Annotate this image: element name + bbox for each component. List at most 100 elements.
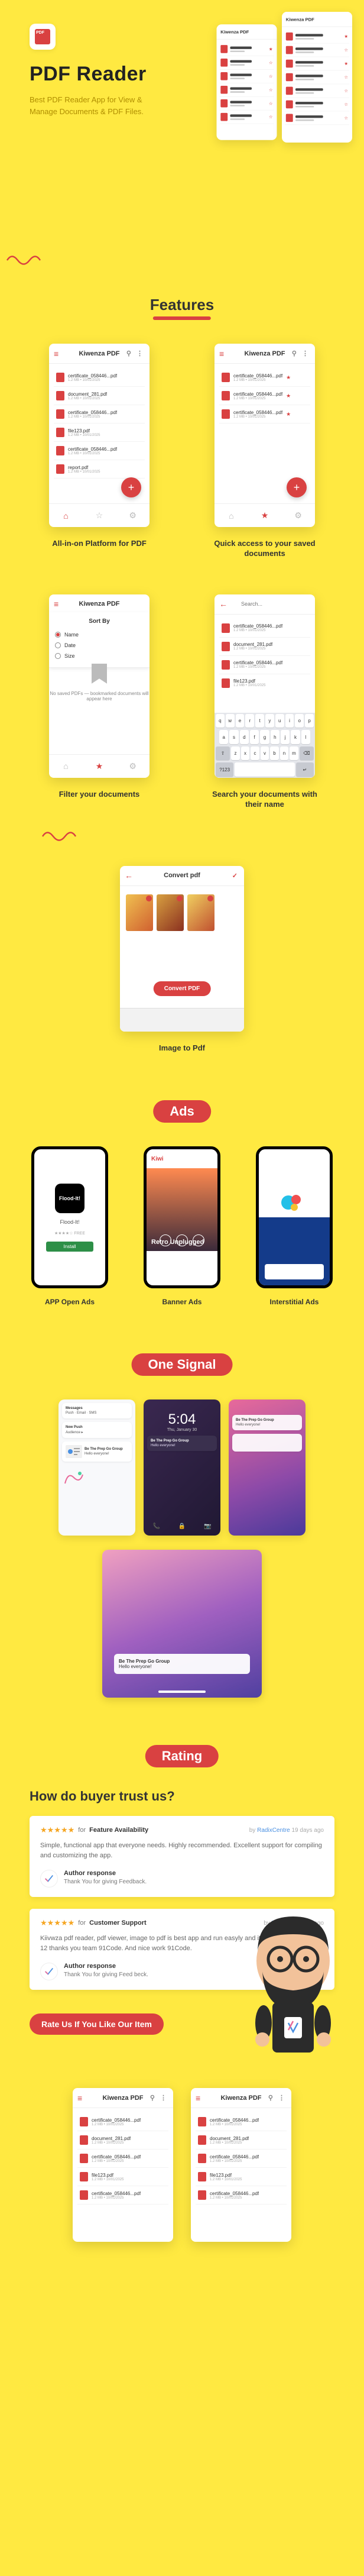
rate-us-button[interactable]: Rate Us If You Like Our Item bbox=[30, 2013, 164, 2035]
pdf-icon bbox=[56, 446, 64, 455]
footer-shots: ≡Kiwenza PDF⚲ ⋮ certificate_058446...pdf… bbox=[0, 2070, 364, 2289]
menu-icon[interactable]: ≡ bbox=[54, 599, 58, 609]
menu-icon[interactable]: ≡ bbox=[54, 349, 58, 358]
sort-option[interactable]: Date bbox=[55, 640, 144, 651]
image-thumb[interactable] bbox=[187, 894, 214, 931]
doc-row[interactable]: certificate_058446...pdf1.2 MB • 10/01/2… bbox=[219, 656, 310, 674]
review-card: ★★★★★ for Feature Availability by RadixC… bbox=[30, 1816, 334, 1897]
feature-phone-2: ≡Kiwenza PDF⚲ ⋮ certificate_058446...pdf… bbox=[214, 344, 315, 527]
pdf-icon bbox=[56, 464, 64, 474]
convert-button[interactable]: Convert PDF bbox=[154, 981, 211, 996]
review-subject: Customer Support bbox=[89, 1919, 147, 1927]
phone-icon[interactable]: 📞 bbox=[152, 1523, 160, 1530]
tools-icon[interactable]: ⚙ bbox=[281, 504, 315, 527]
check-icon[interactable]: ✓ bbox=[232, 872, 239, 880]
back-icon[interactable]: ← bbox=[219, 599, 228, 609]
lock-actions[interactable]: 📞 🔒 📷 bbox=[144, 1523, 220, 1530]
lock-date: Thu, January 30 bbox=[144, 1428, 220, 1432]
notification[interactable]: Be The Prep Go GroupHello everyone! bbox=[147, 1436, 217, 1451]
doc-row[interactable]: certificate_058446...pdf1.2 MB • 10/01/2… bbox=[54, 405, 145, 424]
home-icon[interactable]: ⌂ bbox=[214, 504, 248, 527]
doc-row[interactable]: document_281.pdf1.2 MB • 10/01/2025 bbox=[219, 638, 310, 656]
os-notif-shot: Be The Prep Go GroupHello everyone! bbox=[229, 1399, 306, 1536]
doc-row[interactable]: certificate_058446...pdf1.2 MB • 10/01/2… bbox=[219, 405, 310, 424]
bookmark-icon[interactable]: ☆ bbox=[83, 504, 116, 527]
ad-phone-open: Flood-It! Flood-It! ★★★★☆ FREE Install bbox=[31, 1146, 108, 1288]
doc-row[interactable]: document_281.pdf1.2 MB • 10/01/2025 bbox=[54, 387, 145, 405]
sort-option[interactable]: Size bbox=[55, 651, 144, 661]
keyboard[interactable]: qwertyuiop asdfghjkl ⇧zxcvbnm⌫ ?123↵ bbox=[214, 713, 315, 778]
doc-row[interactable]: file123.pdf1.2 MB • 10/01/2025 bbox=[54, 424, 145, 442]
doc-row[interactable]: certificate_058446...pdf1.2 MB • 10/01/2… bbox=[219, 369, 310, 387]
screenshot-large: Kiwenza PDF ★ ☆ ★ ☆ ☆ ☆ ☆ bbox=[282, 12, 352, 143]
back-icon[interactable]: ← bbox=[125, 871, 133, 880]
review-user[interactable]: RadixCentre bbox=[257, 1827, 290, 1834]
pdf-icon bbox=[222, 678, 230, 688]
home-icon[interactable]: ⌂ bbox=[49, 755, 83, 778]
doc-row[interactable]: file123.pdf1.2 MB • 10/01/2025 bbox=[219, 674, 310, 691]
star-icon: ★★★★★ bbox=[40, 1918, 74, 1928]
feature-caption: Filter your documents bbox=[59, 790, 140, 800]
fab-add[interactable]: + bbox=[287, 477, 307, 497]
header-actions[interactable]: ⚲ ⋮ bbox=[292, 350, 310, 357]
os-dashboard-shot: MessagesPush · Email · SMS New PushAudie… bbox=[58, 1399, 135, 1536]
rating-subheading: How do buyer trust us? bbox=[30, 1789, 334, 1804]
feature-phone-4: ← certificate_058446...pdf1.2 MB • 10/01… bbox=[214, 594, 315, 778]
install-button[interactable]: Install bbox=[46, 1242, 94, 1252]
feature-phone-5: ←Convert pdf✓ Convert PDF bbox=[120, 866, 244, 1032]
pdf-icon bbox=[222, 623, 230, 633]
author-response-body: Thank You for giving Feedback. bbox=[64, 1879, 147, 1885]
sort-title: Sort By bbox=[55, 618, 144, 625]
notification[interactable] bbox=[232, 1434, 302, 1452]
pdf-icon bbox=[222, 642, 230, 651]
menu-icon[interactable]: ≡ bbox=[219, 349, 224, 358]
feature-caption: Search your documents with their name bbox=[206, 790, 324, 810]
tools-icon[interactable]: ⚙ bbox=[116, 504, 150, 527]
media-controls[interactable] bbox=[160, 1234, 204, 1246]
image-thumb[interactable] bbox=[157, 894, 184, 931]
shot-header: Kiwenza PDF bbox=[282, 12, 352, 27]
rating-heading: Rating bbox=[145, 1745, 219, 1767]
os-homescreen-shot: Be The Prep Go GroupHello everyone! bbox=[102, 1550, 262, 1698]
sort-sheet: Sort By Name Date Size bbox=[49, 612, 150, 668]
hero-screenshots: Kiwenza PDF ★ ☆ ☆ ☆ ☆ ☆ Kiwenza PDF ★ ☆ … bbox=[217, 12, 353, 143]
author-badge-icon bbox=[40, 1963, 58, 1980]
doc-row[interactable]: certificate_058446...pdf1.2 MB • 10/01/2… bbox=[54, 369, 145, 387]
ad-app-label: Flood-It! bbox=[60, 1219, 79, 1225]
lock-icon[interactable]: 🔒 bbox=[178, 1523, 186, 1530]
decor-squiggle bbox=[41, 828, 358, 848]
bottom-nav[interactable]: ⌂★⚙ bbox=[49, 754, 150, 778]
author-response-body: Thank You for giving Feed beck. bbox=[64, 1971, 148, 1978]
ad-phone-interstitial bbox=[256, 1146, 333, 1288]
doc-row[interactable]: certificate_058446...pdf1.2 MB • 10/01/2… bbox=[219, 619, 310, 638]
home-icon[interactable]: ⌂ bbox=[49, 504, 83, 527]
bookmark-icon[interactable]: ★ bbox=[83, 755, 116, 778]
home-indicator bbox=[158, 1691, 206, 1693]
doc-row[interactable]: certificate_058446...pdf1.2 MB • 10/01/2… bbox=[219, 387, 310, 405]
pdf-icon bbox=[222, 391, 230, 400]
feature-caption: All-in-on Platform for PDF bbox=[52, 539, 147, 549]
sort-option[interactable]: Name bbox=[55, 629, 144, 640]
notification[interactable]: Be The Prep Go GroupHello everyone! bbox=[232, 1415, 302, 1430]
decor-art bbox=[62, 1469, 86, 1486]
pdf-icon bbox=[56, 391, 64, 400]
notification[interactable]: Be The Prep Go GroupHello everyone! bbox=[114, 1654, 250, 1674]
search-input[interactable] bbox=[241, 601, 288, 607]
doc-row[interactable]: certificate_058446...pdf1.2 MB • 10/01/2… bbox=[54, 442, 145, 460]
ad-caption: Interstitial Ads bbox=[270, 1298, 319, 1306]
tagline: Best PDF Reader App for View & Manage Do… bbox=[30, 94, 154, 117]
header-actions[interactable]: ⚲ ⋮ bbox=[126, 350, 145, 357]
bottom-nav[interactable]: ⌂☆⚙ bbox=[49, 503, 150, 527]
camera-icon[interactable]: 📷 bbox=[204, 1523, 211, 1530]
fab-add[interactable]: + bbox=[121, 477, 141, 497]
tools-icon[interactable]: ⚙ bbox=[116, 755, 150, 778]
bottom-nav[interactable]: ⌂★⚙ bbox=[214, 503, 315, 527]
doc-row[interactable]: report.pdf1.2 MB • 10/01/2025 bbox=[54, 460, 145, 479]
image-thumb[interactable] bbox=[126, 894, 153, 931]
feature-caption: Image to Pdf bbox=[24, 1043, 340, 1053]
features-heading: Features bbox=[150, 296, 214, 320]
features-section: Features ≡Kiwenza PDF⚲ ⋮ certificate_058… bbox=[0, 284, 364, 1088]
ad-caption: Banner Ads bbox=[162, 1298, 202, 1306]
banner-ad-slot bbox=[120, 1008, 244, 1032]
bookmark-icon[interactable]: ★ bbox=[248, 504, 282, 527]
